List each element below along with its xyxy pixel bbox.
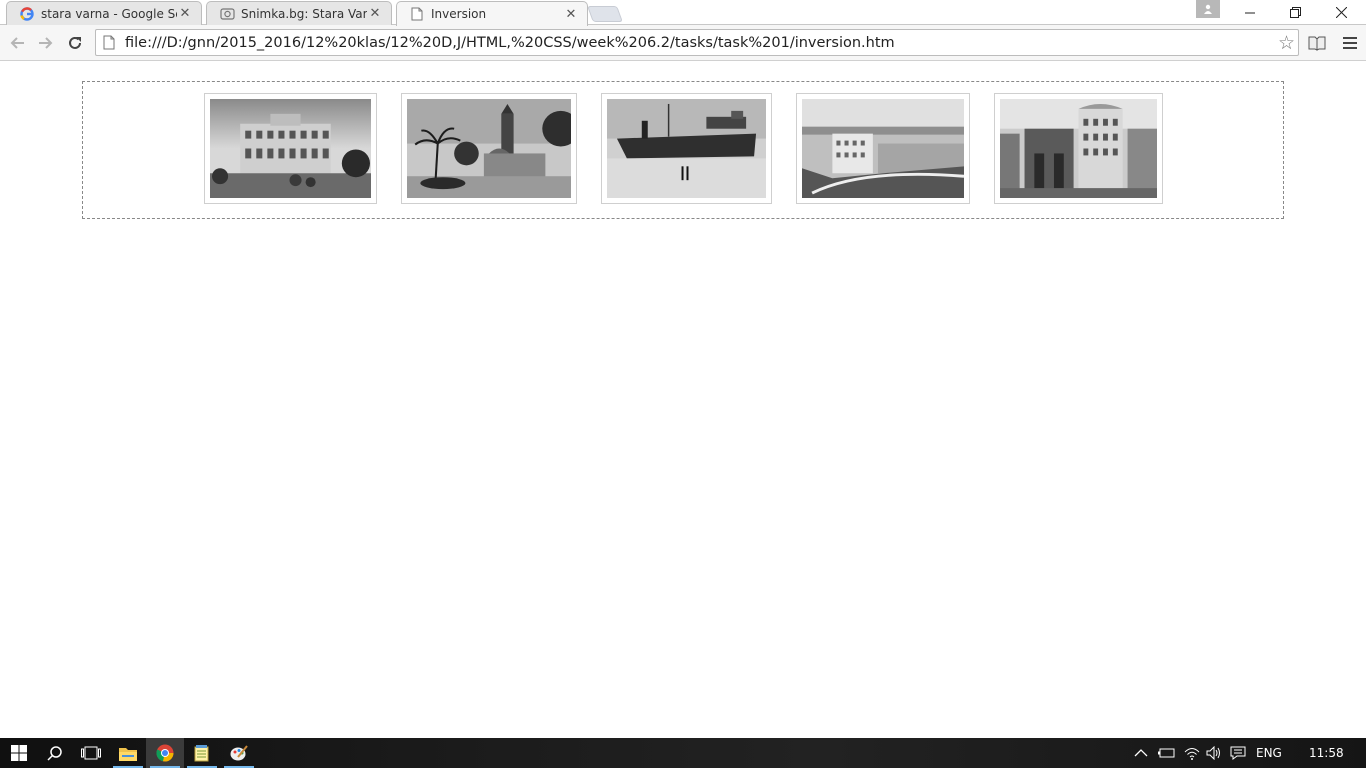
tab-title: Snimka.bg: Stara Varna - K <box>241 6 367 21</box>
page-icon <box>103 35 117 51</box>
reading-extension-icon[interactable] <box>1306 32 1328 54</box>
notepad-icon[interactable] <box>183 738 221 768</box>
photo-image <box>407 99 571 198</box>
close-icon[interactable]: ✕ <box>367 6 383 21</box>
tab-strip: stara varna - Google Searc ✕ Snimka.bg: … <box>0 0 1366 26</box>
reload-icon[interactable] <box>64 32 86 54</box>
close-icon[interactable]: ✕ <box>177 6 193 21</box>
photo-city-panorama[interactable] <box>796 93 970 204</box>
forward-icon[interactable] <box>35 32 57 54</box>
tab-title: stara varna - Google Searc <box>41 6 177 21</box>
address-bar[interactable]: ☆ <box>95 29 1299 56</box>
photo-gallery <box>82 81 1284 219</box>
restore-icon[interactable] <box>1272 0 1318 25</box>
clock[interactable]: 11:58 <box>1309 738 1344 768</box>
photo-image <box>210 99 371 198</box>
bookmark-star-icon[interactable]: ☆ <box>1278 32 1295 54</box>
close-icon[interactable]: ✕ <box>563 7 579 22</box>
battery-icon[interactable] <box>1158 738 1176 768</box>
url-input[interactable] <box>125 34 1265 51</box>
back-icon[interactable] <box>6 32 28 54</box>
tab-inversion[interactable]: Inversion ✕ <box>396 1 588 26</box>
show-hidden-icons[interactable] <box>1134 738 1148 768</box>
photo-ship[interactable] <box>601 93 772 204</box>
minimize-icon[interactable] <box>1227 0 1273 25</box>
tab-google-search[interactable]: stara varna - Google Searc ✕ <box>6 1 202 25</box>
close-window-icon[interactable] <box>1318 0 1364 25</box>
google-icon <box>19 6 35 22</box>
taskbar: ENG 11:58 <box>0 738 1366 768</box>
new-tab-button[interactable] <box>587 6 623 22</box>
windows-icon <box>11 745 27 761</box>
photo-image <box>802 99 964 198</box>
page-icon <box>409 6 425 22</box>
wifi-icon[interactable] <box>1184 738 1200 768</box>
photo-corner-building[interactable] <box>994 93 1163 204</box>
chrome-icon[interactable] <box>146 738 184 768</box>
start-button[interactable] <box>0 738 38 768</box>
language-indicator[interactable]: ENG <box>1256 738 1282 768</box>
file-explorer-icon[interactable] <box>109 738 147 768</box>
photo-clock-tower[interactable] <box>401 93 577 204</box>
profile-icon[interactable] <box>1196 0 1220 18</box>
browser-toolbar: ☆ <box>0 25 1366 61</box>
tab-title: Inversion <box>431 7 487 21</box>
photo-image <box>607 99 766 198</box>
tab-snimka[interactable]: Snimka.bg: Stara Varna - K ✕ <box>206 1 392 25</box>
photo-image <box>1000 99 1157 198</box>
search-icon[interactable] <box>36 738 74 768</box>
task-view-icon[interactable] <box>72 738 110 768</box>
snimka-icon <box>219 6 235 22</box>
volume-icon[interactable] <box>1206 738 1222 768</box>
photo-building[interactable] <box>204 93 377 204</box>
paint-icon[interactable] <box>220 738 258 768</box>
menu-icon[interactable] <box>1339 32 1361 54</box>
action-center-icon[interactable] <box>1230 738 1246 768</box>
page-content <box>0 62 1366 738</box>
